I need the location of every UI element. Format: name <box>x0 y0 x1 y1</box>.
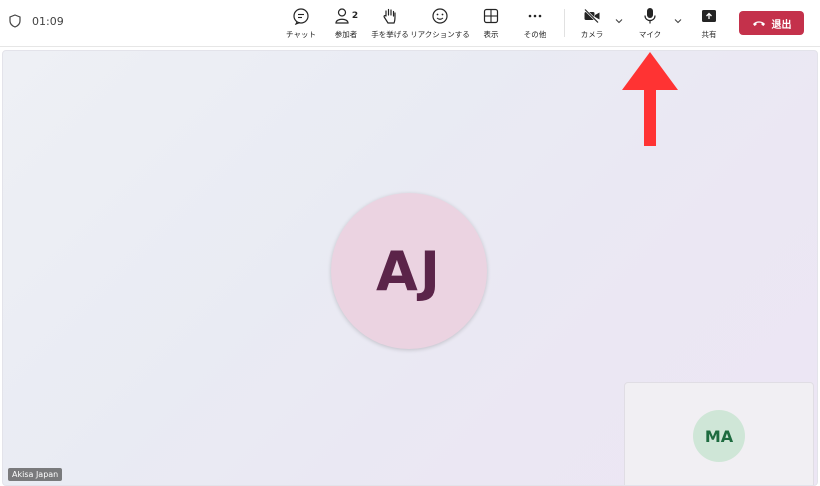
grid-view-icon <box>483 6 499 26</box>
mic-label: マイク <box>638 30 662 39</box>
self-initials: MA <box>704 426 734 446</box>
mic-options-chevron-icon[interactable] <box>673 16 683 26</box>
share-label: 共有 <box>701 30 717 39</box>
camera-label: カメラ <box>580 30 604 39</box>
self-view-tile[interactable]: MA <box>624 382 814 485</box>
main-participant-avatar[interactable]: AJ <box>331 193 487 349</box>
participant-name-tag: Akisa Japan <box>8 468 63 481</box>
meeting-timer: 01:09 <box>8 14 64 28</box>
share-button[interactable]: 共有 <box>693 6 725 42</box>
more-button[interactable]: その他 <box>517 6 553 42</box>
view-label: 表示 <box>483 30 499 39</box>
more-label: その他 <box>523 30 547 39</box>
react-button[interactable]: リアクションする <box>410 6 470 42</box>
camera-options-chevron-icon[interactable] <box>614 16 624 26</box>
hang-up-icon <box>752 21 765 26</box>
camera-button[interactable]: カメラ <box>576 6 608 42</box>
annotation-arrow-icon <box>622 52 678 146</box>
chat-label: チャット <box>286 30 316 39</box>
participants-count: 2 <box>351 11 359 21</box>
mic-button[interactable]: マイク <box>634 6 666 42</box>
more-icon <box>527 6 543 26</box>
leave-button[interactable]: 退出 <box>739 11 804 35</box>
shield-icon <box>9 14 21 28</box>
self-avatar: MA <box>693 410 745 462</box>
main-participant-initials: AJ <box>376 239 442 303</box>
toolbar-divider <box>564 9 565 37</box>
microphone-icon <box>643 6 657 26</box>
participants-button[interactable]: 2 参加者 <box>328 6 364 42</box>
hand-icon <box>382 6 398 26</box>
leave-label: 退出 <box>771 19 792 31</box>
participant-name: Akisa Japan <box>12 470 59 479</box>
react-label: リアクションする <box>410 30 470 39</box>
video-stage: AJ Akisa Japan MA <box>2 50 818 486</box>
raise-hand-button[interactable]: 手を挙げる <box>370 6 410 42</box>
view-button[interactable]: 表示 <box>474 6 508 42</box>
chat-button[interactable]: チャット <box>283 6 319 42</box>
raise-hand-label: 手を挙げる <box>371 30 409 39</box>
camera-off-icon <box>583 6 601 26</box>
meeting-toolbar: 01:09 チャット 2 参加者 手を挙げる リアクションする 表示 その他 カ… <box>0 0 820 47</box>
chat-icon <box>292 6 310 26</box>
smiley-icon <box>431 6 449 26</box>
share-screen-icon <box>701 6 717 26</box>
people-icon <box>335 8 349 24</box>
elapsed-time: 01:09 <box>32 14 64 28</box>
participants-label: 参加者 <box>334 30 358 39</box>
